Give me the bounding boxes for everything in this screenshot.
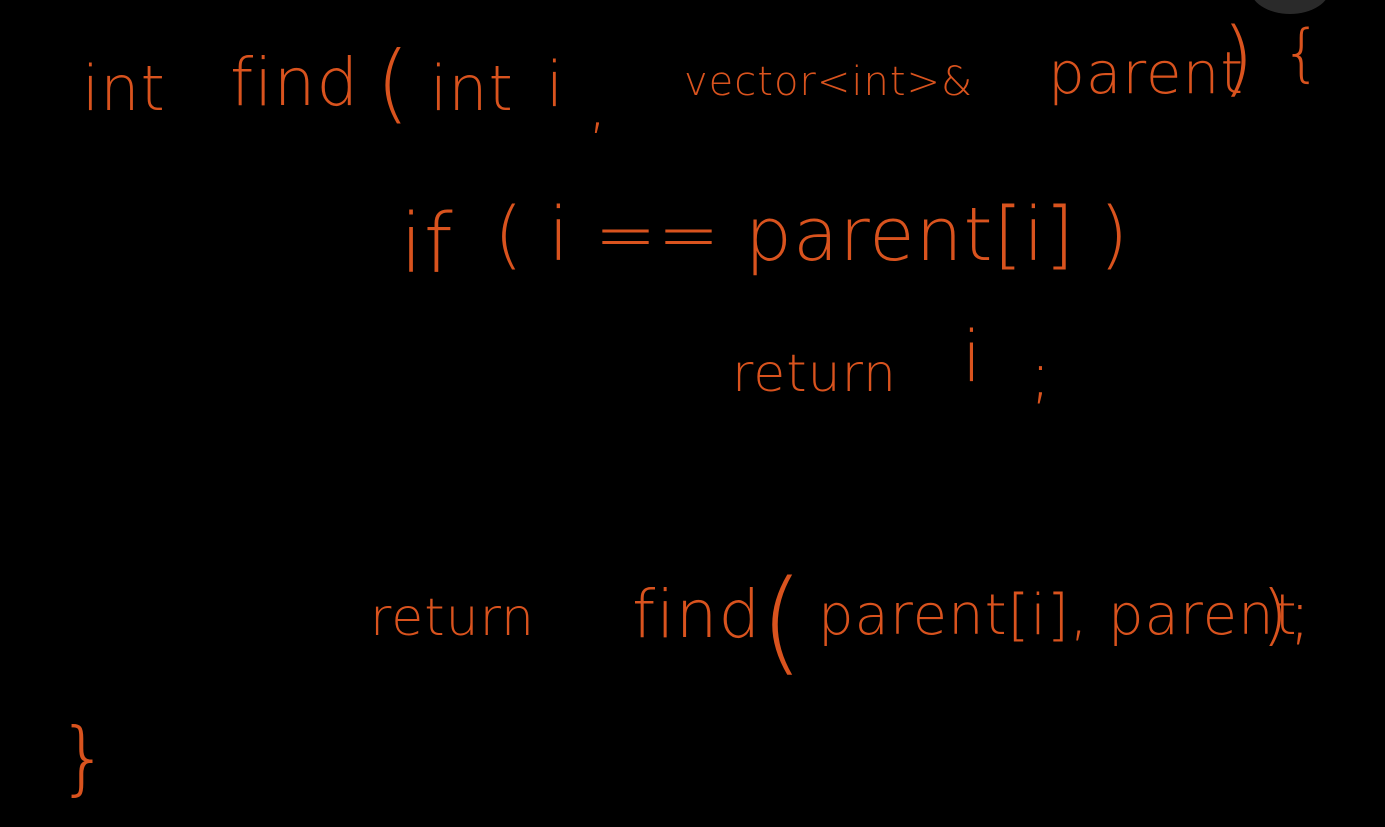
whiteboard-canvas: int find ( int i , vector<int>& parent )… — [0, 0, 1385, 827]
if-condition: ( i == parent[i] ) — [494, 192, 1130, 278]
if-keyword: if — [400, 197, 454, 292]
param1-name: i — [546, 48, 565, 121]
function-name-find: find — [230, 44, 360, 121]
corner-overlay — [1250, 0, 1330, 14]
closing-brace: } — [58, 711, 110, 804]
param2-type: vector<int>& — [684, 59, 974, 105]
open-paren: ( — [760, 557, 805, 687]
param2-name: parent — [1048, 39, 1245, 107]
comma: , — [588, 71, 609, 141]
open-brace: { — [1282, 16, 1323, 89]
close-paren: ) — [1222, 11, 1255, 106]
return-value-i: i — [962, 316, 983, 398]
param1-type: int — [430, 52, 514, 125]
argument-parent-i: parent[i], — [818, 583, 1089, 648]
return-keyword: return — [732, 344, 897, 404]
semicolon: ; — [1030, 338, 1052, 411]
close-paren-semicolon: ); — [1262, 576, 1312, 653]
int-keyword: int — [82, 52, 166, 125]
open-paren: ( — [376, 33, 411, 133]
return-keyword: return — [370, 588, 535, 648]
function-name-find: find — [632, 576, 762, 653]
